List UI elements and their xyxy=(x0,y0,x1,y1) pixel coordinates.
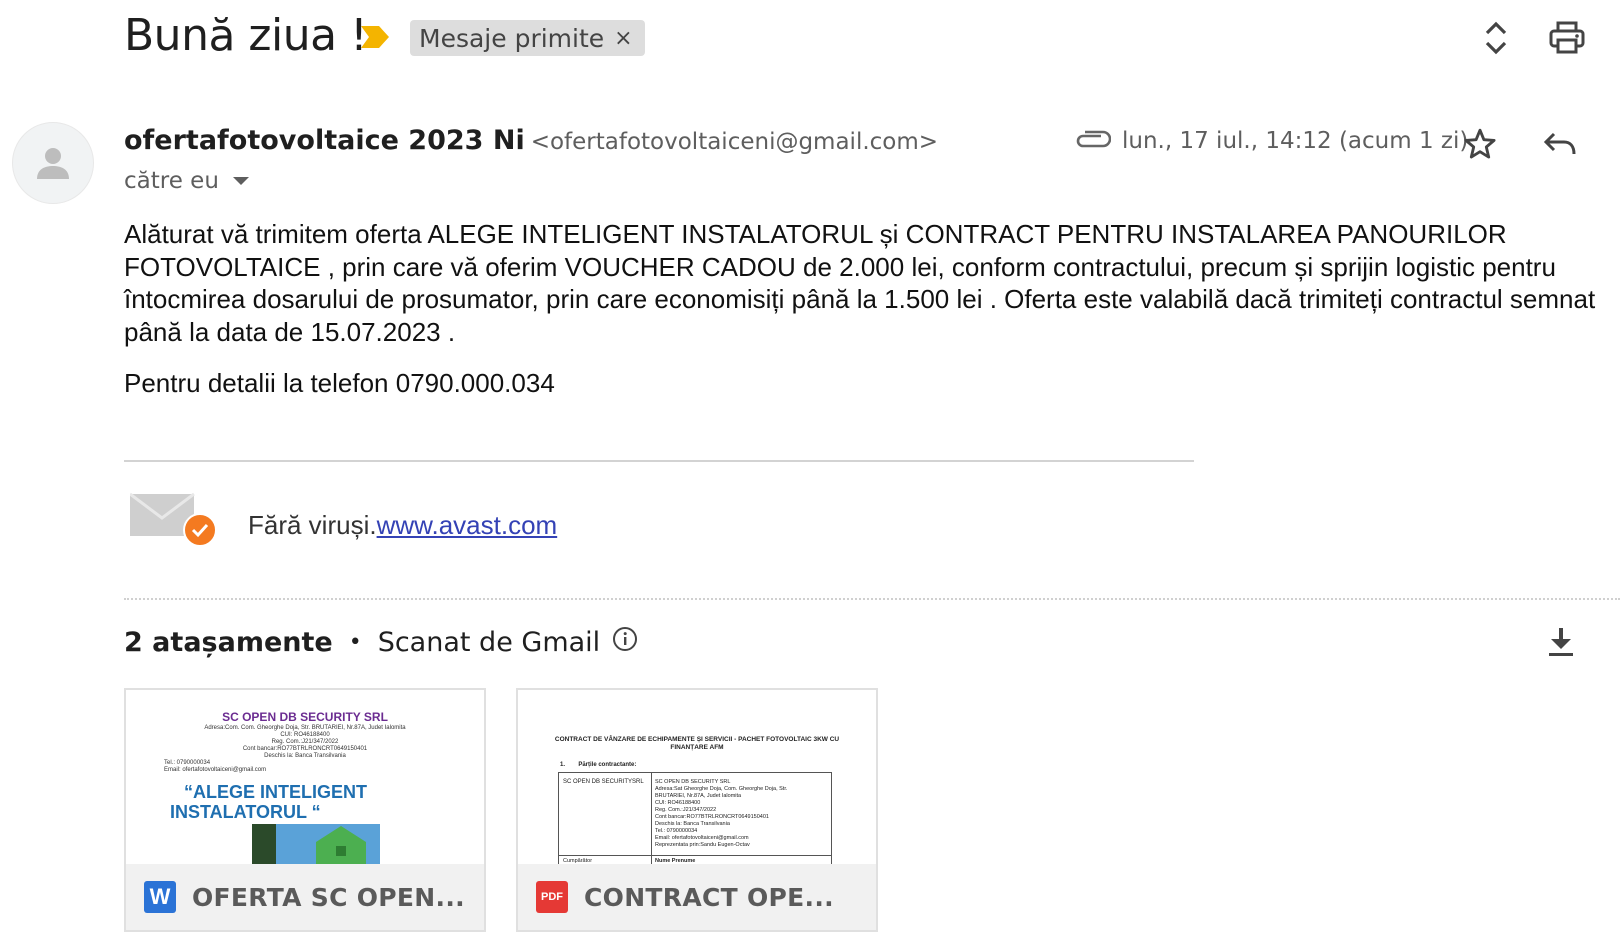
preview-image xyxy=(252,824,380,864)
body-line: până la data de 15.07.2023 . xyxy=(124,316,456,347)
preview-cell: SC OPEN DB SECURITY SRL xyxy=(655,779,731,785)
recipient-label: către eu xyxy=(124,168,219,194)
attachments-count: 2 atașamente xyxy=(124,627,333,658)
reply-icon[interactable] xyxy=(1542,128,1578,160)
preview-account: Cont bancar:RO77BTRLRONCRT0649150401 xyxy=(242,746,368,752)
preview-cell: BRUTARIEI, Nr.87A, Judet Ialomita xyxy=(655,793,742,799)
preview-cell: Reprezentata prin:Sandu Eugen-Octav xyxy=(655,842,750,848)
body-line: întocmirea dosarului de prosumator, prin… xyxy=(124,284,1596,314)
message-body: Alăturat vă trimitem oferta ALEGE INTELI… xyxy=(124,218,1620,348)
antivirus-label: Fără viruși. xyxy=(248,510,377,540)
avatar-icon xyxy=(37,148,69,179)
preview-cell: Reg. Com.:J21/347/2022 xyxy=(655,807,717,813)
preview-cell: Deschis la: Banca Transilvania xyxy=(655,821,730,827)
preview-address: Adresa:Com. Com. Gheorghe Doja, Str. BRU… xyxy=(204,725,406,731)
attachments-divider xyxy=(124,598,1620,600)
preview-cui: CUI: RO46188400 xyxy=(280,732,330,738)
preview-cell: Email: ofertafotovoltaiceni@gmail.com xyxy=(655,835,749,841)
envelope-check-icon xyxy=(129,492,218,553)
preview-headline: “ALEGE INTELIGENT xyxy=(184,782,368,802)
attachment-card-contract[interactable]: CONTRACT DE VÂNZARE DE ECHIPAMENTE ȘI SE… xyxy=(516,688,878,932)
attachment-preview: SC OPEN DB SECURITY SRL Adresa:Com. Com.… xyxy=(126,690,484,864)
preview-cell: Cont bancar:RO77BTRLRONCRT0649150401 xyxy=(655,814,769,820)
expand-collapse-icon[interactable] xyxy=(1478,18,1514,58)
star-icon[interactable] xyxy=(1462,126,1498,162)
preview-cell: Tel.: 0790000034 xyxy=(655,828,698,834)
print-icon[interactable] xyxy=(1547,18,1587,58)
preview-section: 1. Părțile contractante: xyxy=(560,762,637,768)
attachment-preview: CONTRACT DE VÂNZARE DE ECHIPAMENTE ȘI SE… xyxy=(518,690,876,866)
preview-table: SC OPEN DB SECURITYSRL SC OPEN DB SECURI… xyxy=(558,772,832,866)
attachment-footer: W OFERTA SC OPEN... xyxy=(126,864,484,930)
avast-link[interactable]: www.avast.com xyxy=(377,510,558,540)
label-chip-inbox: Mesaje primite × xyxy=(410,20,645,56)
info-icon[interactable] xyxy=(612,626,638,659)
preview-contract-title: CONTRACT DE VÂNZARE DE ECHIPAMENTE ȘI SE… xyxy=(554,736,840,743)
body-line: Alăturat vă trimitem oferta ALEGE INTELI… xyxy=(124,219,1507,249)
attachment-footer: PDF CONTRACT OPE... xyxy=(518,864,876,930)
paperclip-icon xyxy=(1075,130,1112,157)
preview-cell: Adresa:Sat Gheorghe Doja, Com. Gheorghe … xyxy=(655,786,788,792)
preview-reg: Reg. Com.:J21/347/2022 xyxy=(271,739,339,745)
preview-bank: Deschis la: Banca Transilvania xyxy=(264,753,346,759)
pdf-file-icon: PDF xyxy=(536,881,568,913)
scanned-by-gmail: Scanat de Gmail xyxy=(377,627,601,658)
preview-tel: Tel.: 0790000034 xyxy=(164,760,211,766)
signature-divider xyxy=(124,460,1194,462)
recipient-details-toggle[interactable]: către eu xyxy=(124,168,249,194)
attachments-header: 2 atașamente • Scanat de Gmail xyxy=(124,626,638,659)
download-all-icon[interactable] xyxy=(1545,626,1577,658)
importance-marker-icon[interactable] xyxy=(361,26,389,53)
sender: ofertafotovoltaice 2023 Ni <ofertafotovol… xyxy=(124,124,938,156)
word-file-icon: W xyxy=(144,881,176,913)
message-date: lun., 17 iul., 14:12 (acum 1 zi) xyxy=(1122,128,1469,154)
separator-dot: • xyxy=(348,630,362,655)
attachment-name: OFERTA SC OPEN... xyxy=(192,882,465,912)
label-chip-text: Mesaje primite xyxy=(419,23,605,53)
attachment-name: CONTRACT OPE... xyxy=(584,882,834,912)
sender-name[interactable]: ofertafotovoltaice 2023 Ni xyxy=(124,125,525,156)
preview-email: Email: ofertafotovoltaiceni@gmail.com xyxy=(164,767,267,773)
preview-contract-subtitle: FINANȚARE AFM xyxy=(670,744,724,751)
email-subject: Bună ziua ! xyxy=(124,10,368,61)
remove-label-icon[interactable]: × xyxy=(614,26,632,51)
preview-cell: SC OPEN DB SECURITYSRL xyxy=(563,779,644,785)
preview-company: SC OPEN DB SECURITY SRL xyxy=(222,710,388,724)
preview-headline: INSTALATORUL “ xyxy=(170,802,321,822)
sender-email: <ofertafotovoltaiceni@gmail.com> xyxy=(530,129,939,155)
phone-line: Pentru detalii la telefon 0790.000.034 xyxy=(124,368,555,398)
preview-cell: CUI: RO46188400 xyxy=(655,800,701,806)
chevron-down-icon xyxy=(232,177,249,185)
avatar[interactable] xyxy=(12,122,94,204)
body-line: FOTOVOLTAICE , prin care vă oferim VOUCH… xyxy=(124,251,1556,282)
attachment-card-offer[interactable]: SC OPEN DB SECURITY SRL Adresa:Com. Com.… xyxy=(124,688,486,932)
antivirus-note: Fără viruși.www.avast.com xyxy=(248,510,557,541)
